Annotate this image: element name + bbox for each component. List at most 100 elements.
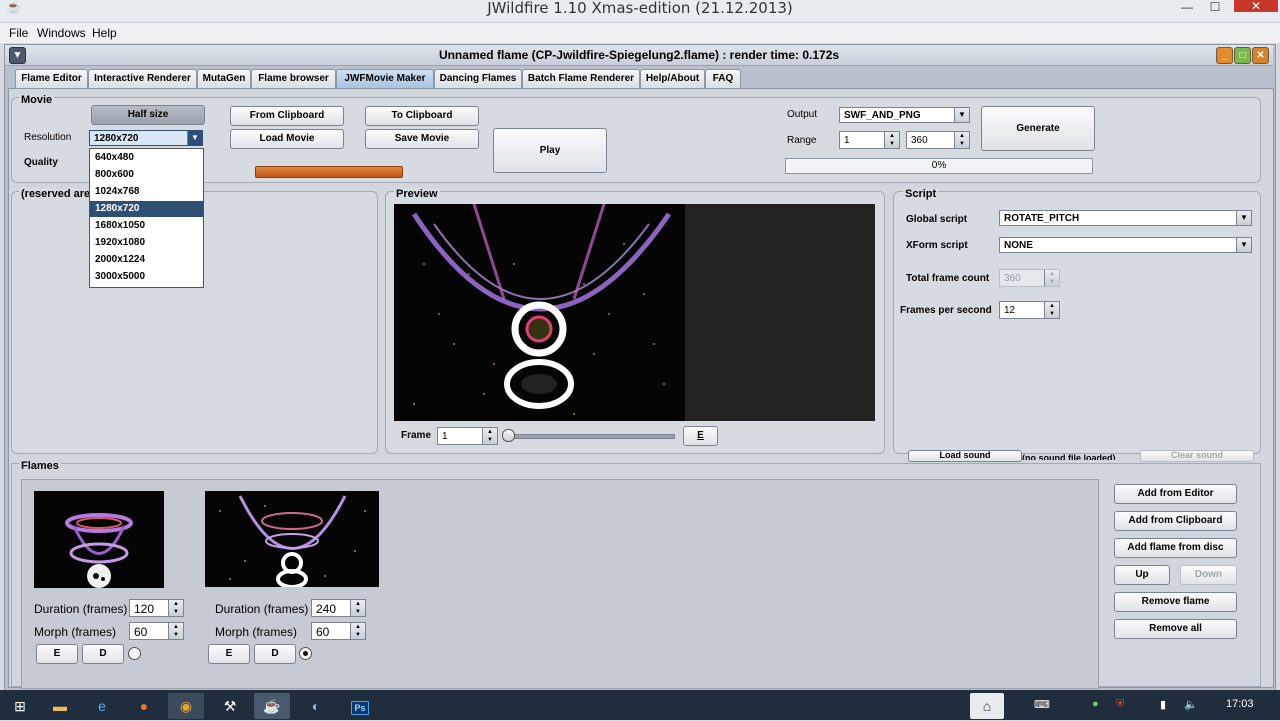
edge-like-icon[interactable]: ◐	[298, 693, 334, 719]
range-from-value: 1	[844, 135, 850, 146]
add-flame-from-disc-button[interactable]: Add flame from disc	[1114, 538, 1237, 558]
chevron-down-icon[interactable]: ▼	[1236, 238, 1251, 252]
tab-mutagen[interactable]: MutaGen	[197, 69, 251, 88]
spinner-arrows-icon[interactable]: ▲ ▼	[954, 132, 969, 148]
flame-1-duration-value: 120	[134, 602, 155, 616]
tab-interactive-renderer[interactable]: Interactive Renderer	[88, 69, 197, 88]
chevron-down-icon[interactable]: ▼	[187, 131, 202, 145]
frame-spinner[interactable]: 1 ▲ ▼	[437, 427, 498, 445]
spinner-arrows-icon[interactable]: ▲ ▼	[884, 132, 899, 148]
generate-progress-bar: 0%	[785, 158, 1093, 174]
remove-all-button[interactable]: Remove all	[1114, 619, 1237, 639]
load-sound-button[interactable]: Load sound	[908, 450, 1022, 462]
from-clipboard-button[interactable]: From Clipboard	[230, 106, 344, 126]
flame-2-select-radio[interactable]	[299, 647, 312, 660]
chrome-icon[interactable]: ◉	[168, 693, 204, 719]
add-from-editor-button[interactable]: Add from Editor	[1114, 484, 1237, 504]
resolution-option[interactable]: 800x600	[90, 167, 203, 183]
load-movie-button[interactable]: Load Movie	[230, 129, 344, 149]
resolution-option[interactable]: 1680x1050	[90, 218, 203, 234]
flame-1-morph-spinner[interactable]: 60 ▲ ▼	[129, 622, 184, 640]
resolution-dropdown[interactable]: 1280x720 ▼	[89, 130, 203, 146]
flame-2-morph-value: 60	[316, 625, 330, 639]
move-up-button[interactable]: Up	[1114, 565, 1170, 585]
home-icon[interactable]: ⌂	[970, 693, 1004, 719]
spinner-arrows-icon[interactable]: ▲ ▼	[482, 428, 497, 444]
flame-2-delete-button[interactable]: D	[254, 644, 296, 664]
play-button[interactable]: Play	[493, 128, 607, 173]
global-script-dropdown[interactable]: ROTATE_PITCH ▼	[999, 210, 1252, 226]
restore-icon[interactable]: □	[1234, 47, 1251, 64]
windows-start-icon[interactable]: ⊞	[2, 693, 38, 719]
resolution-option[interactable]: 640x480	[90, 150, 203, 166]
photoshop-icon[interactable]: Ps	[342, 693, 378, 719]
tab-flame-browser[interactable]: Flame browser	[251, 69, 336, 88]
flame-2-edit-button[interactable]: E	[208, 644, 250, 664]
generate-button[interactable]: Generate	[981, 106, 1095, 151]
add-from-clipboard-button[interactable]: Add from Clipboard	[1114, 511, 1237, 531]
volume-icon[interactable]: 🔈	[1184, 698, 1198, 711]
menu-help[interactable]: Help	[92, 26, 117, 40]
flame-1-select-radio[interactable]	[128, 647, 141, 660]
resolution-label: Resolution	[24, 132, 72, 143]
close-icon[interactable]: ✕	[1234, 0, 1278, 12]
chevron-down-icon[interactable]: ▼	[954, 108, 969, 122]
half-size-button[interactable]: Half size	[91, 105, 205, 125]
spinner-arrows-icon[interactable]: ▲ ▼	[168, 600, 183, 616]
frame-slider-track[interactable]	[505, 434, 675, 439]
spinner-arrows-icon[interactable]: ▲ ▼	[350, 623, 365, 639]
flame-thumbnail-1[interactable]	[34, 491, 164, 588]
frame-slider-thumb[interactable]	[502, 429, 515, 442]
spinner-arrows-icon[interactable]: ▲ ▼	[168, 623, 183, 639]
chevron-down-icon[interactable]: ▼	[1236, 211, 1251, 225]
shield-icon[interactable]: ⛨	[1116, 698, 1124, 711]
flame-thumbnail-image	[65, 513, 133, 588]
clear-sound-button: Clear sound	[1140, 450, 1254, 462]
resolution-option[interactable]: 3000x5000	[90, 269, 203, 285]
minimize-icon[interactable]: —	[1174, 0, 1200, 14]
flame-1-delete-button[interactable]: D	[82, 644, 124, 664]
menu-file[interactable]: File	[9, 26, 28, 40]
preview-edit-button[interactable]: E	[683, 426, 718, 446]
spinner-arrows-icon[interactable]: ▲ ▼	[1044, 302, 1059, 318]
range-to-value: 360	[911, 135, 928, 146]
tab-dancing-flames[interactable]: Dancing Flames	[434, 69, 522, 88]
tab-flame-editor[interactable]: Flame Editor	[15, 69, 88, 88]
flame-1-edit-button[interactable]: E	[36, 644, 78, 664]
tray-app-icon[interactable]: ●	[1092, 698, 1099, 710]
tab-faq[interactable]: FAQ	[705, 69, 741, 88]
tab-batch-flame-renderer[interactable]: Batch Flame Renderer	[522, 69, 640, 88]
menu-windows[interactable]: Windows	[37, 26, 86, 40]
file-explorer-icon[interactable]: ▬	[42, 693, 78, 719]
java-app-icon[interactable]: ☕	[254, 693, 290, 719]
flame-1-morph-label: Morph (frames)	[34, 625, 117, 639]
resolution-option[interactable]: 1024x768	[90, 184, 203, 200]
range-from-spinner[interactable]: 1 ▲ ▼	[839, 131, 900, 149]
range-to-spinner[interactable]: 360 ▲ ▼	[906, 131, 970, 149]
app-icon[interactable]: ⚒	[212, 693, 248, 719]
xform-script-dropdown[interactable]: NONE ▼	[999, 237, 1252, 253]
flame-2-duration-spinner[interactable]: 240 ▲ ▼	[311, 599, 366, 617]
quality-slider-bar[interactable]	[255, 166, 403, 178]
flame-1-duration-spinner[interactable]: 120 ▲ ▼	[129, 599, 184, 617]
remove-flame-button[interactable]: Remove flame	[1114, 592, 1237, 612]
flame-thumbnail-2[interactable]	[205, 491, 379, 587]
iconify-icon[interactable]: _	[1216, 47, 1233, 64]
spinner-arrows-icon[interactable]: ▲ ▼	[350, 600, 365, 616]
frame-close-icon[interactable]: ✕	[1252, 47, 1269, 64]
fps-spinner[interactable]: 12 ▲ ▼	[999, 301, 1060, 319]
resolution-option[interactable]: 1920x1080	[90, 235, 203, 251]
network-icon[interactable]: ▮	[1160, 698, 1166, 711]
keyboard-icon[interactable]: ⌨	[1034, 698, 1050, 711]
firefox-icon[interactable]: ●	[126, 693, 162, 719]
tab-help-about[interactable]: Help/About	[640, 69, 705, 88]
output-dropdown[interactable]: SWF_AND_PNG ▼	[839, 107, 970, 123]
tab-jwfmovie-maker[interactable]: JWFMovie Maker	[336, 69, 434, 88]
flame-2-morph-spinner[interactable]: 60 ▲ ▼	[311, 622, 366, 640]
maximize-icon[interactable]: ☐	[1202, 0, 1228, 14]
to-clipboard-button[interactable]: To Clipboard	[365, 106, 479, 126]
resolution-option-selected[interactable]: 1280x720	[90, 201, 203, 217]
internet-explorer-icon[interactable]: e	[84, 693, 120, 719]
save-movie-button[interactable]: Save Movie	[365, 129, 479, 149]
resolution-option[interactable]: 2000x1224	[90, 252, 203, 268]
